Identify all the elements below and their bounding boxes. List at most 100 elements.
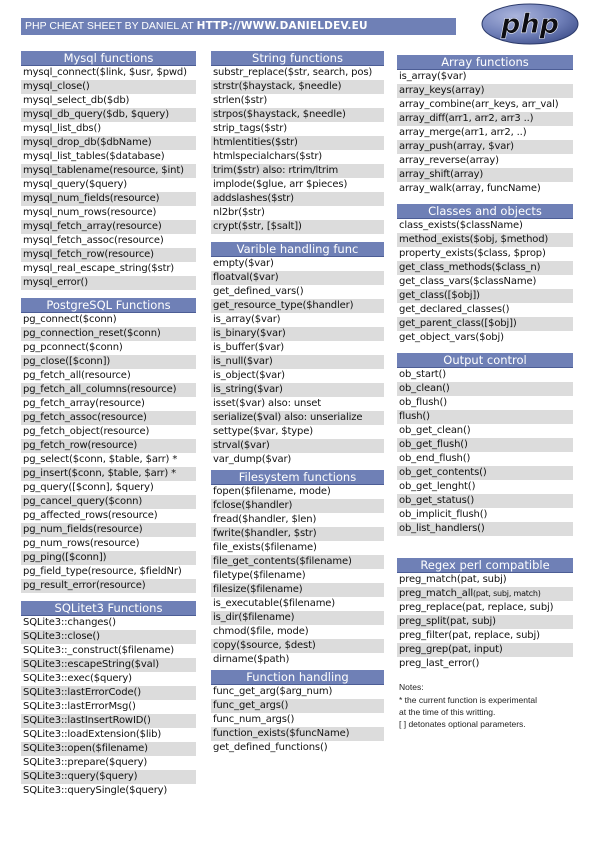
function-entry: pg_insert($conn, $table, $arr) * (21, 467, 196, 481)
function-entry: htmlspecialchars($str) (213, 151, 323, 162)
banner-title: PHP CHEAT SHEET BY DANIEL AT (25, 20, 197, 32)
function-entry: array_diff(arr1, arr2, arr3 ..) (397, 112, 573, 126)
function-entry: preg_split(pat, subj) (397, 615, 573, 629)
section-title: Regex perl compatible (397, 558, 573, 573)
function-entry: preg_replace(pat, replace, subj) (399, 602, 554, 613)
function-entry: ob_list_handlers() (397, 522, 573, 536)
function-entry: pg_select($conn, $table, $arr) * (23, 454, 178, 465)
function-entry: mysql_query($query) (23, 179, 128, 190)
function-entry: addslashes($str) (211, 192, 384, 206)
function-entry: substr_replace($str, search, pos) (213, 67, 373, 78)
function-entry: pg_close([$conn]) (21, 355, 196, 369)
notes: Notes: * the current function is experim… (399, 681, 575, 730)
function-entry: pg_affected_rows(resource) (23, 510, 158, 521)
function-entry: trim($str) also: rtrim/ltrim (211, 164, 384, 178)
function-entry: array_reverse(array) (399, 155, 499, 166)
function-entry: ob_get_clean() (399, 425, 471, 436)
section-title: SQLitet3 Functions (21, 601, 196, 616)
function-entry: pg_fetch_assoc(resource) (21, 411, 196, 425)
function-entry: mysql_list_tables($database) (23, 151, 165, 162)
function-entry: dirname($path) (213, 654, 290, 665)
section-string: String functions substr_replace($str, sea… (211, 51, 384, 234)
function-entry: mysql_tablename(resource, $int) (21, 164, 196, 178)
function-entry: get_defined_vars() (213, 286, 304, 297)
function-entry: ob_start() (399, 369, 447, 380)
function-entry: array_push(array, $var) (397, 140, 573, 154)
function-entry: pg_result_error(resource) (21, 579, 196, 593)
function-entry: method_exists($obj, $method) (397, 233, 573, 247)
section-title: Function handling (211, 670, 384, 685)
function-entry: ob_get_status() (397, 494, 573, 508)
function-entry: nl2br($str) (213, 207, 265, 218)
function-entry: function_exists($funcName) (211, 727, 384, 741)
function-entry: crypt($str, [$salt]) (211, 220, 384, 234)
function-entry: pg_field_type(resource, $fieldNr) (23, 566, 182, 577)
function-entry: mysql_fetch_array(resource) (21, 220, 196, 234)
function-entry: implode($glue, arr $pieces) (213, 179, 348, 190)
function-entry: pg_fetch_all_columns(resource) (21, 383, 196, 397)
function-entry: preg_last_error() (399, 658, 480, 669)
function-entry: filetype($filename) (213, 570, 306, 581)
function-entry: get_defined_functions() (213, 742, 328, 753)
function-entry: htmlentities($str) (211, 136, 384, 150)
function-entry: mysql_num_fields(resource) (21, 192, 196, 206)
function-entry: SQLite3::open($filename) (21, 742, 196, 756)
function-entry: preg_filter(pat, replace, subj) (399, 630, 540, 641)
function-entry: serialize($val) also: unserialize (211, 411, 384, 425)
function-entry: empty($var) (213, 258, 274, 269)
function-entry: get_class_methods($class_n) (397, 261, 573, 275)
function-entry: pg_query([$conn], $query) (23, 482, 154, 493)
function-entry: file_get_contents($filename) (211, 555, 384, 569)
function-entry: mysql_select_db($db) (23, 95, 130, 106)
function-entry: func_num_args() (213, 714, 295, 725)
function-entry: mysql_fetch_assoc(resource) (23, 235, 164, 246)
section-title: String functions (211, 51, 384, 66)
function-entry: SQLite3::escapeString($val) (21, 658, 196, 672)
function-entry: SQLite3::lastInsertRowID() (21, 714, 196, 728)
function-entry: pg_fetch_object(resource) (23, 426, 150, 437)
function-entry: pg_num_rows(resource) (23, 538, 140, 549)
function-entry: ob_get_lenght() (399, 481, 476, 492)
function-entry: fopen($filename, mode) (213, 486, 331, 497)
function-entry: get_class([$obj]) (397, 289, 573, 303)
function-entry: SQLite3::lastErrorMsg() (23, 701, 136, 712)
column-middle: String functions substr_replace($str, sea… (211, 51, 384, 763)
php-logo-icon: php (481, 3, 579, 45)
function-entry: pg_connection_reset($conn) (21, 327, 196, 341)
section-sqlite3: SQLitet3 Functions SQLite3::changes()SQLi… (21, 601, 196, 798)
function-entry: is_executable($filename) (213, 598, 336, 609)
function-entry: mysql_db_query($db, $query) (21, 108, 196, 122)
function-entry: get_class_vars($className) (399, 276, 537, 287)
function-entry: is_null($var) (211, 355, 384, 369)
section-function-handling: Function handling func_get_arg($arg_num) f… (211, 670, 384, 755)
notes-heading: Notes: (399, 682, 424, 692)
function-entry: strstr($haystack, $needle) (211, 80, 384, 94)
function-entry: flush() (397, 410, 573, 424)
function-entry: preg_match_all(pat, subj, match) (397, 587, 573, 601)
function-entry: SQLite3::query($query) (21, 770, 196, 784)
section-title: PostgreSQL Functions (21, 298, 196, 313)
function-entry: settype($var, $type) (213, 426, 314, 437)
function-entry: ob_end_flush() (399, 453, 471, 464)
column-right: Array functions is_array($var) array_keys(… (397, 55, 573, 679)
section-classes: Classes and objects class_exists($classNa… (397, 204, 573, 345)
function-entry: pg_pconnect($conn) (23, 342, 123, 353)
function-entry: strip_tags($str) (213, 123, 287, 134)
column-left: Mysql functions mysql_connect($link, $usr… (21, 51, 196, 806)
function-entry: is_buffer($var) (213, 342, 285, 353)
header-banner: PHP CHEAT SHEET BY DANIEL AT HTTP://WWW.… (21, 18, 456, 35)
function-entry: SQLite3::changes() (23, 617, 116, 628)
section-mysql: Mysql functions mysql_connect($link, $usr… (21, 51, 196, 290)
function-entry: SQLite3::querySingle($query) (23, 785, 168, 796)
function-entry: property_exists($class, $prop) (399, 248, 546, 259)
function-entry: mysql_close() (21, 80, 196, 94)
function-entry: pg_fetch_array(resource) (23, 398, 145, 409)
function-entry: is_array($var) (399, 71, 467, 82)
function-entry: fclose($handler) (211, 499, 384, 513)
function-entry: pg_fetch_all(resource) (23, 370, 131, 381)
banner-url-link[interactable]: HTTP://WWW.DANIELDEV.EU (197, 20, 368, 32)
function-entry: filesize($filename) (211, 583, 384, 597)
function-entry: is_object($var) (213, 370, 285, 381)
function-entry: get_parent_class([$obj]) (397, 317, 573, 331)
section-title: Mysql functions (21, 51, 196, 66)
